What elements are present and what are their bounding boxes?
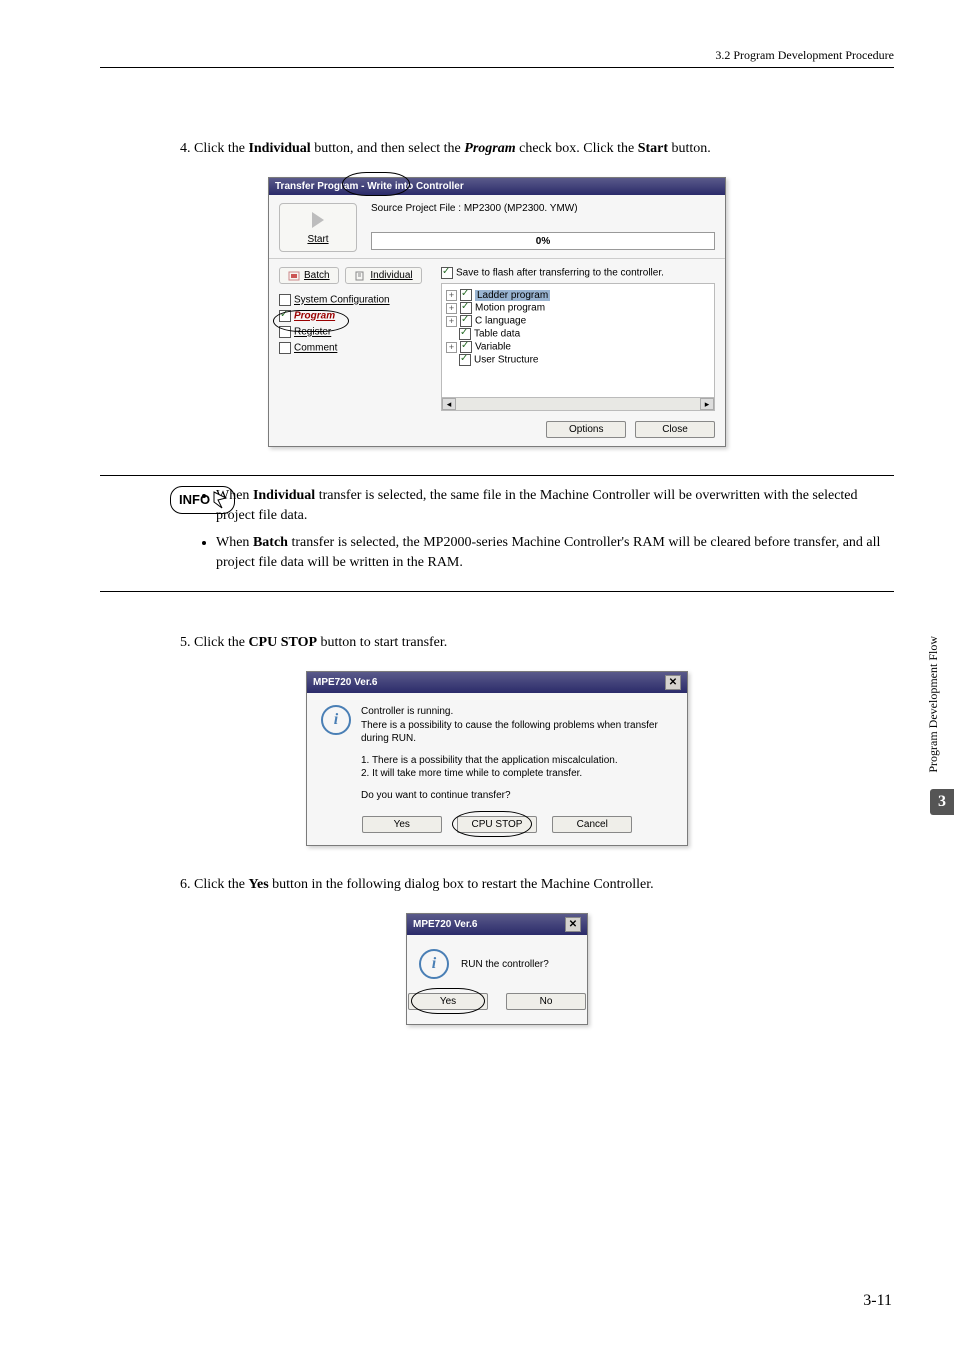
start-label: Start bbox=[307, 234, 328, 245]
text-bold: CPU STOP bbox=[248, 635, 317, 650]
dialog-message: Controller is running. There is a possib… bbox=[361, 705, 673, 802]
running-header: 3.2 Program Development Procedure bbox=[100, 48, 894, 67]
side-label: Program Development Flow bbox=[926, 620, 941, 789]
step-num: 5. bbox=[180, 635, 191, 650]
line: There is a possibility to cause the foll… bbox=[361, 719, 673, 746]
tree-node-table[interactable]: Table data bbox=[446, 328, 710, 340]
label: Comment bbox=[294, 343, 337, 354]
chapter-badge: 3 bbox=[930, 789, 954, 815]
source-file-label: Source Project File : MP2300 (MP2300. YM… bbox=[371, 203, 715, 214]
text-bold: Yes bbox=[248, 877, 268, 892]
header-rule bbox=[100, 67, 894, 68]
label: C language bbox=[475, 316, 526, 327]
dialog-titlebar: Transfer Program - Write into Controller bbox=[269, 178, 725, 195]
text-bold: Individual bbox=[248, 141, 310, 156]
tree-node-variable[interactable]: +Variable bbox=[446, 341, 710, 353]
text-bold: Start bbox=[638, 141, 668, 156]
label: Table data bbox=[474, 329, 520, 340]
step-num: 6. bbox=[180, 877, 191, 892]
yes-button[interactable]: Yes bbox=[408, 993, 488, 1010]
step-4: 4. Click the Individual button, and then… bbox=[180, 138, 894, 159]
step-6: 6. Click the Yes button in the following… bbox=[180, 874, 894, 895]
info-icon: INFO bbox=[170, 486, 235, 514]
options-button[interactable]: Options bbox=[546, 421, 626, 438]
text: check box. Click the bbox=[516, 141, 638, 156]
line: 2. It will take more time while to compl… bbox=[361, 767, 673, 781]
text: Click the bbox=[194, 141, 248, 156]
text-italic: Program bbox=[464, 141, 515, 156]
close-button[interactable]: Close bbox=[635, 421, 715, 438]
step-num: 4. bbox=[180, 141, 191, 156]
yes-button[interactable]: Yes bbox=[362, 816, 442, 833]
cpu-stop-dialog: MPE720 Ver.6 ✕ i Controller is running. … bbox=[306, 671, 688, 846]
label: Ladder program bbox=[475, 290, 550, 301]
label: Register bbox=[294, 327, 331, 338]
close-icon[interactable]: ✕ bbox=[665, 675, 681, 690]
side-tab: Program Development Flow 3 bbox=[926, 620, 954, 815]
dialog-title: MPE720 Ver.6 bbox=[413, 919, 478, 930]
dialog-title: MPE720 Ver.6 bbox=[313, 677, 378, 688]
info-bullet-2: When Batch transfer is selected, the MP2… bbox=[216, 533, 894, 574]
line: Controller is running. bbox=[361, 705, 673, 719]
text: button. bbox=[668, 141, 711, 156]
speech-arrow-icon bbox=[212, 490, 230, 510]
comment-check[interactable]: Comment bbox=[279, 342, 429, 354]
register-check[interactable]: Register bbox=[279, 326, 429, 338]
progress-bar: 0% bbox=[371, 232, 715, 250]
label: Motion program bbox=[475, 303, 545, 314]
step-5: 5. Click the CPU STOP button to start tr… bbox=[180, 632, 894, 653]
scroll-left-icon[interactable]: ◂ bbox=[442, 398, 456, 410]
tree-node-ladder[interactable]: +Ladder program bbox=[446, 289, 710, 301]
text: button in the following dialog box to re… bbox=[269, 877, 654, 892]
transfer-program-dialog: Transfer Program - Write into Controller… bbox=[268, 177, 726, 447]
cancel-button[interactable]: Cancel bbox=[552, 816, 632, 833]
line: 1. There is a possibility that the appli… bbox=[361, 754, 673, 768]
info-icon: i bbox=[419, 949, 449, 979]
individual-icon bbox=[354, 271, 366, 281]
line: Do you want to continue transfer? bbox=[361, 789, 673, 803]
individual-button[interactable]: Individual bbox=[345, 267, 421, 284]
info-bullet-1: When Individual transfer is selected, th… bbox=[216, 486, 894, 527]
text: button, and then select the bbox=[311, 141, 465, 156]
label: User Structure bbox=[474, 355, 538, 366]
label: Save to flash after transferring to the … bbox=[456, 268, 664, 279]
text: button to start transfer. bbox=[317, 635, 447, 650]
tree-node-motion[interactable]: +Motion program bbox=[446, 302, 710, 314]
program-check[interactable]: Program bbox=[279, 310, 429, 322]
save-to-flash-check[interactable]: Save to flash after transferring to the … bbox=[441, 267, 715, 279]
page-number: 3-11 bbox=[863, 1292, 892, 1310]
program-tree[interactable]: +Ladder program +Motion program +C langu… bbox=[441, 283, 715, 411]
label: Variable bbox=[475, 342, 511, 353]
run-controller-dialog: MPE720 Ver.6 ✕ i RUN the controller? Yes… bbox=[406, 913, 588, 1025]
scroll-right-icon[interactable]: ▸ bbox=[700, 398, 714, 410]
individual-label: Individual bbox=[370, 270, 412, 281]
no-button[interactable]: No bbox=[506, 993, 586, 1010]
info-block: INFO When Individual transfer is selecte… bbox=[100, 475, 894, 592]
text: Click the bbox=[194, 877, 248, 892]
info-icon: i bbox=[321, 705, 351, 735]
horizontal-scrollbar[interactable]: ◂▸ bbox=[442, 397, 714, 410]
batch-label: Batch bbox=[304, 270, 330, 281]
info-label: INFO bbox=[179, 491, 210, 510]
close-icon[interactable]: ✕ bbox=[565, 917, 581, 932]
start-button[interactable]: Start bbox=[279, 203, 357, 252]
dialog-titlebar: MPE720 Ver.6 ✕ bbox=[407, 914, 587, 935]
label: System Configuration bbox=[294, 295, 390, 306]
text: Click the bbox=[194, 635, 248, 650]
batch-icon bbox=[288, 271, 300, 281]
tree-node-userstruct[interactable]: User Structure bbox=[446, 354, 710, 366]
system-config-check[interactable]: System Configuration bbox=[279, 294, 429, 306]
play-icon bbox=[312, 212, 324, 228]
dialog-title: Transfer Program - Write into Controller bbox=[275, 181, 464, 192]
dialog-titlebar: MPE720 Ver.6 ✕ bbox=[307, 672, 687, 693]
batch-button[interactable]: Batch bbox=[279, 267, 339, 284]
dialog-message: RUN the controller? bbox=[461, 959, 549, 970]
label: Program bbox=[294, 311, 335, 322]
cpu-stop-button[interactable]: CPU STOP bbox=[457, 816, 538, 833]
tree-node-clang[interactable]: +C language bbox=[446, 315, 710, 327]
progress-value: 0% bbox=[536, 236, 550, 247]
